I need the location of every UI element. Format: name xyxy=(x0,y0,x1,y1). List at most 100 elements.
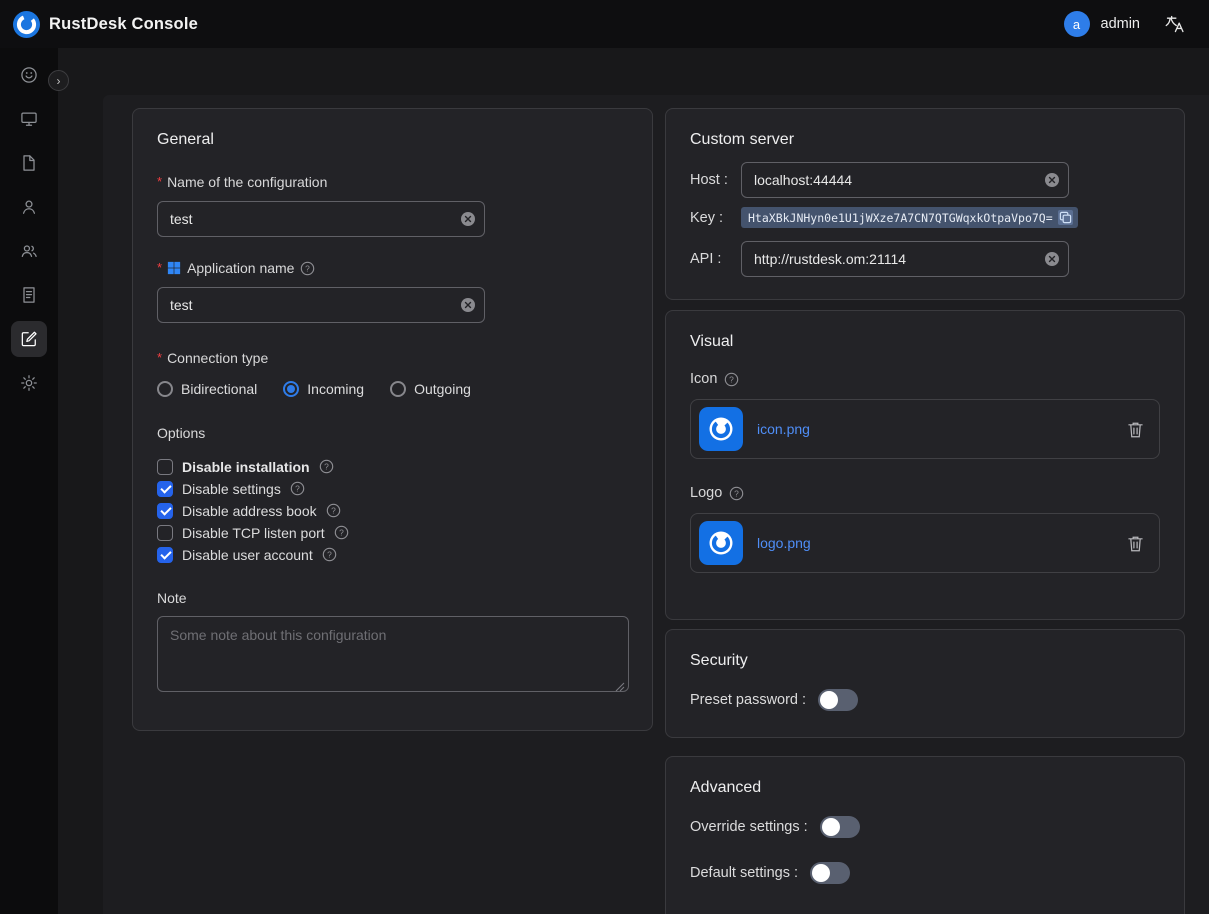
sidebar-item-audit[interactable] xyxy=(11,277,47,313)
note-block: Note xyxy=(157,590,628,692)
note-textarea[interactable] xyxy=(157,616,629,692)
override-settings-toggle[interactable] xyxy=(820,816,860,838)
content-panel: General * Name of the configuration * xyxy=(103,95,1209,914)
security-card: Security Preset password : xyxy=(665,629,1185,738)
topbar: RustDesk Console a admin xyxy=(0,0,1209,48)
sidebar-item-groups[interactable] xyxy=(11,233,47,269)
svg-text:?: ? xyxy=(306,263,311,273)
radio-control[interactable] xyxy=(283,381,299,397)
svg-text:?: ? xyxy=(339,528,344,538)
audit-log-icon xyxy=(19,285,39,305)
checkbox-control[interactable] xyxy=(157,547,173,563)
logo-label: Logo xyxy=(690,485,722,501)
monitor-icon xyxy=(19,109,39,129)
key-value: HtaXBkJNHyn0e1U1jWXze7A7CN7QTGWqxkOtpaVp… xyxy=(748,211,1053,225)
svg-text:?: ? xyxy=(327,550,332,560)
radio-control[interactable] xyxy=(390,381,406,397)
clear-app-name-icon[interactable] xyxy=(460,297,476,313)
help-icon[interactable]: ? xyxy=(326,503,341,518)
checkbox-label: Disable user account xyxy=(182,547,313,563)
override-settings-label: Override settings : xyxy=(690,819,808,835)
logo-preview-image xyxy=(699,521,743,565)
sidebar-item-settings[interactable] xyxy=(11,365,47,401)
clear-api-icon[interactable] xyxy=(1044,251,1060,267)
delete-logo-trash-icon[interactable] xyxy=(1128,535,1143,552)
brand: RustDesk Console xyxy=(13,11,198,38)
app-name-field-label: * Application name ? xyxy=(157,259,628,277)
app-name-input[interactable] xyxy=(157,287,485,323)
default-settings-toggle[interactable] xyxy=(810,862,850,884)
logo-help-icon[interactable]: ? xyxy=(729,486,744,501)
icon-file-link[interactable]: icon.png xyxy=(757,421,810,437)
general-title: General xyxy=(157,131,628,149)
name-input[interactable] xyxy=(157,201,485,237)
required-marker: * xyxy=(157,173,162,191)
smiley-icon xyxy=(19,65,39,85)
clear-host-icon[interactable] xyxy=(1044,172,1060,188)
body-row: General * Name of the configuration * xyxy=(0,48,1209,914)
note-label: Note xyxy=(157,590,628,606)
sidebar-item-devices[interactable] xyxy=(11,101,47,137)
checkbox-control[interactable] xyxy=(157,481,173,497)
checkbox-disable-settings[interactable]: Disable settings ? xyxy=(157,478,628,500)
logo-file-link[interactable]: logo.png xyxy=(757,535,811,551)
checkbox-control[interactable] xyxy=(157,525,173,541)
api-label: API : xyxy=(690,251,741,267)
host-row: Host : xyxy=(690,162,1160,198)
username[interactable]: admin xyxy=(1101,16,1141,32)
help-icon[interactable]: ? xyxy=(334,525,349,540)
resize-handle-icon[interactable] xyxy=(615,679,625,689)
app-name-label-text: Application name xyxy=(187,260,294,276)
translate-icon[interactable] xyxy=(1165,14,1185,34)
key-value-chip: HtaXBkJNHyn0e1U1jWXze7A7CN7QTGWqxkOtpaVp… xyxy=(741,207,1078,228)
windows-icon xyxy=(167,261,181,275)
checkbox-disable-installation[interactable]: Disable installation ? xyxy=(157,456,628,478)
right-column: Custom server Host : Key : xyxy=(665,108,1185,914)
app-name-help-icon[interactable]: ? xyxy=(300,261,315,276)
name-field-label: * Name of the configuration xyxy=(157,173,628,191)
svg-text:?: ? xyxy=(295,484,300,494)
help-icon[interactable]: ? xyxy=(322,547,337,562)
checkbox-control[interactable] xyxy=(157,459,173,475)
sidebar-item-documents[interactable] xyxy=(11,145,47,181)
radio-outgoing[interactable]: Outgoing xyxy=(390,381,471,397)
topbar-right: a admin xyxy=(1064,11,1186,37)
sidebar-collapse-button[interactable]: › xyxy=(48,70,69,91)
preset-password-row: Preset password : xyxy=(690,689,1160,711)
sidebar-item-configurations[interactable] xyxy=(11,321,47,357)
delete-icon-trash-icon[interactable] xyxy=(1128,421,1143,438)
radio-bidirectional[interactable]: Bidirectional xyxy=(157,381,257,397)
name-label-text: Name of the configuration xyxy=(167,174,327,190)
host-input[interactable] xyxy=(741,162,1069,198)
preset-password-label: Preset password : xyxy=(690,692,806,708)
svg-text:?: ? xyxy=(730,374,735,384)
checkbox-control[interactable] xyxy=(157,503,173,519)
checkbox-disable-address-book[interactable]: Disable address book ? xyxy=(157,500,628,522)
checkbox-disable-tcp-listen-port[interactable]: Disable TCP listen port ? xyxy=(157,522,628,544)
custom-server-card: Custom server Host : Key : xyxy=(665,108,1185,300)
visual-card: Visual Icon ? icon.png xyxy=(665,310,1185,620)
api-input-wrap xyxy=(741,241,1069,277)
help-icon[interactable]: ? xyxy=(290,481,305,496)
sidebar xyxy=(0,48,58,914)
svg-text:?: ? xyxy=(734,488,739,498)
sidebar-item-users[interactable] xyxy=(11,189,47,225)
api-input[interactable] xyxy=(741,241,1069,277)
advanced-card: Advanced Override settings : Default set… xyxy=(665,756,1185,914)
default-settings-label: Default settings : xyxy=(690,865,798,881)
sidebar-item-overview[interactable] xyxy=(11,57,47,93)
preset-password-toggle[interactable] xyxy=(818,689,858,711)
users-icon xyxy=(19,241,39,261)
file-icon xyxy=(19,153,39,173)
advanced-title: Advanced xyxy=(690,779,1160,797)
copy-key-icon[interactable] xyxy=(1058,210,1073,225)
clear-name-icon[interactable] xyxy=(460,211,476,227)
avatar[interactable]: a xyxy=(1064,11,1090,37)
checkbox-disable-user-account[interactable]: Disable user account ? xyxy=(157,544,628,566)
checkbox-label: Disable installation xyxy=(182,459,310,475)
help-icon[interactable]: ? xyxy=(319,459,334,474)
icon-help-icon[interactable]: ? xyxy=(724,372,739,387)
radio-incoming[interactable]: Incoming xyxy=(283,381,364,397)
gear-icon xyxy=(19,373,39,393)
radio-control[interactable] xyxy=(157,381,173,397)
